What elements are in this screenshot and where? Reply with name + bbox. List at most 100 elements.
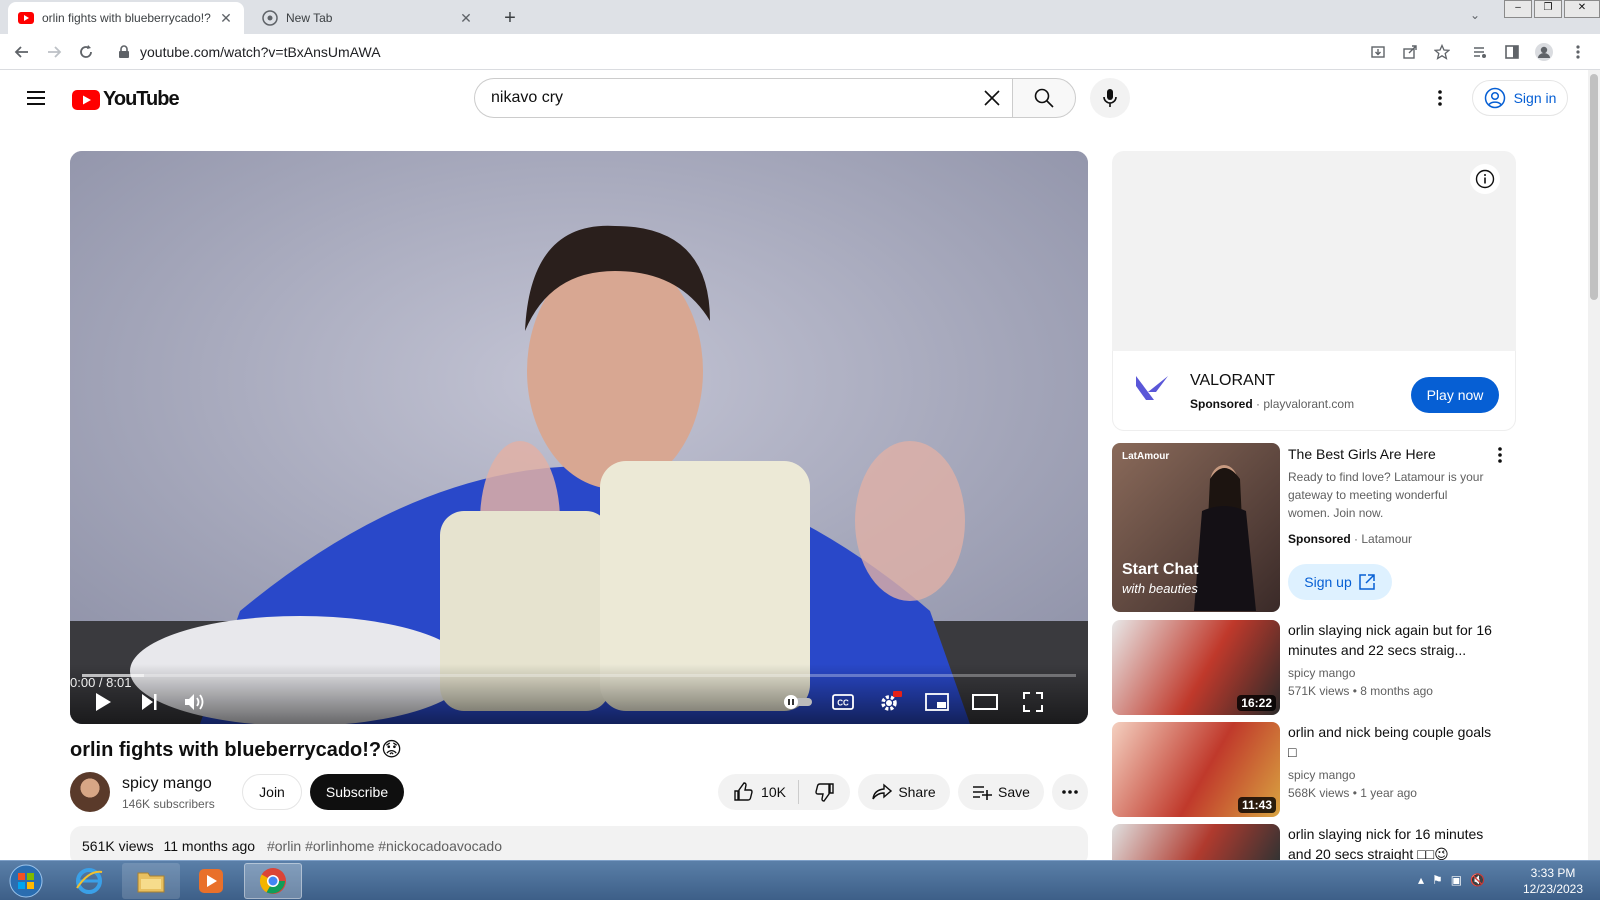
svg-text:CC: CC bbox=[837, 699, 849, 708]
ad-banner-image[interactable] bbox=[1112, 151, 1516, 351]
clock-time: 3:33 PM bbox=[1530, 866, 1576, 880]
subtitles-cc-icon[interactable]: CC bbox=[828, 684, 858, 720]
video-player[interactable]: 0:00 / 8:01 CC bbox=[70, 151, 1088, 724]
fullscreen-icon[interactable] bbox=[1018, 684, 1048, 720]
channel-name[interactable]: spicy mango bbox=[122, 775, 212, 793]
sponsored-title[interactable]: The Best Girls Are Here bbox=[1288, 444, 1498, 464]
play-now-button[interactable]: Play now bbox=[1411, 377, 1499, 413]
recommendation-thumbnail[interactable] bbox=[1112, 824, 1280, 860]
share-page-icon[interactable] bbox=[1398, 40, 1422, 64]
internet-explorer-icon[interactable] bbox=[60, 863, 118, 899]
search-input[interactable]: nikavo cry bbox=[474, 78, 1012, 118]
scrollbar-thumb[interactable] bbox=[1590, 74, 1598, 300]
voice-search-button[interactable] bbox=[1090, 78, 1130, 118]
reload-icon[interactable] bbox=[74, 40, 98, 64]
sponsored-thumbnail[interactable]: LatAmour Start Chat with beauties bbox=[1112, 443, 1280, 612]
like-button[interactable]: 10K bbox=[733, 780, 799, 804]
sign-up-button[interactable]: Sign up bbox=[1288, 564, 1392, 600]
lock-icon bbox=[119, 45, 129, 58]
close-tab-icon[interactable]: ✕ bbox=[218, 10, 234, 26]
install-app-icon[interactable] bbox=[1366, 40, 1390, 64]
sign-in-button[interactable]: Sign in bbox=[1472, 80, 1568, 116]
miniplayer-icon[interactable] bbox=[922, 684, 952, 720]
forward-arrow-icon[interactable] bbox=[42, 40, 66, 64]
subscribe-label: Subscribe bbox=[325, 784, 389, 800]
browser-tab-strip: orlin fights with blueberrycado!? ✕ New … bbox=[0, 0, 1600, 34]
sponsored-meta: Sponsored · Latamour bbox=[1288, 532, 1413, 546]
close-tab-icon[interactable]: ✕ bbox=[458, 10, 474, 26]
external-link-icon bbox=[1358, 574, 1375, 590]
sponsored-tag: Sponsored bbox=[1288, 532, 1351, 546]
network-icon[interactable]: ▣ bbox=[1451, 873, 1462, 887]
recommendation-thumbnail[interactable]: 11:43 bbox=[1112, 722, 1280, 817]
hashtags[interactable]: #orlin #orlinhome #nickocadoavocado bbox=[267, 838, 502, 854]
share-button[interactable]: Share bbox=[858, 774, 950, 810]
close-window-icon[interactable]: ✕ bbox=[1564, 0, 1600, 18]
browser-toolbar: youtube.com/watch?v=tBxAnsUmAWA bbox=[0, 34, 1600, 70]
recommendation-channel[interactable]: spicy mango bbox=[1288, 766, 1355, 784]
media-queue-icon[interactable] bbox=[1468, 40, 1492, 64]
more-actions-button[interactable] bbox=[1052, 774, 1088, 810]
tab-new-tab[interactable]: New Tab ✕ bbox=[252, 2, 484, 34]
join-button[interactable]: Join bbox=[242, 774, 302, 810]
ad-title[interactable]: VALORANT bbox=[1190, 372, 1275, 390]
theater-mode-icon[interactable] bbox=[970, 684, 1000, 720]
speaker-muted-icon[interactable]: 🔇 bbox=[1470, 873, 1485, 887]
sign-in-label: Sign in bbox=[1513, 90, 1557, 106]
search-query: nikavo cry bbox=[491, 89, 564, 106]
recommendation-age: 1 year ago bbox=[1360, 786, 1417, 800]
profile-avatar-icon[interactable] bbox=[1532, 40, 1556, 64]
recommendation-channel[interactable]: spicy mango bbox=[1288, 664, 1355, 682]
tab-search-chevron-icon[interactable]: ⌄ bbox=[1470, 8, 1480, 22]
media-player-icon[interactable] bbox=[182, 863, 240, 899]
action-center-flag-icon[interactable]: ⚑ bbox=[1432, 873, 1443, 887]
ad-meta: Sponsored · playvalorant.com bbox=[1190, 397, 1355, 411]
video-duration: 11:43 bbox=[1237, 797, 1276, 813]
account-circle-icon bbox=[1484, 87, 1505, 109]
minimize-window-icon[interactable]: – bbox=[1504, 0, 1532, 18]
restore-window-icon[interactable]: ❐ bbox=[1534, 0, 1562, 18]
chrome-taskbar-icon[interactable] bbox=[244, 863, 302, 899]
subscriber-count: 146K subscribers bbox=[122, 797, 215, 811]
browser-menu-icon[interactable] bbox=[1566, 40, 1590, 64]
settings-gear-icon[interactable] bbox=[874, 684, 906, 720]
tab-title: New Tab bbox=[286, 11, 333, 25]
subscribe-button[interactable]: Subscribe bbox=[310, 774, 404, 810]
address-bar[interactable]: youtube.com/watch?v=tBxAnsUmAWA bbox=[112, 38, 1342, 66]
side-panel-icon[interactable] bbox=[1500, 40, 1524, 64]
hamburger-menu-icon[interactable] bbox=[24, 86, 48, 110]
recommendation-thumbnail[interactable]: 16:22 bbox=[1112, 620, 1280, 715]
file-explorer-icon[interactable] bbox=[122, 863, 180, 899]
taskbar-clock[interactable]: 3:33 PM 12/23/2023 bbox=[1518, 865, 1588, 897]
bookmark-star-icon[interactable] bbox=[1430, 40, 1454, 64]
window-controls: – ❐ ✕ bbox=[1504, 0, 1600, 18]
card-kebab-icon[interactable] bbox=[1492, 446, 1508, 466]
sign-up-label: Sign up bbox=[1304, 574, 1352, 590]
settings-kebab-icon[interactable] bbox=[1428, 86, 1452, 110]
autoplay-toggle[interactable] bbox=[782, 684, 814, 720]
play-icon[interactable] bbox=[88, 684, 118, 720]
save-button[interactable]: Save bbox=[958, 774, 1044, 810]
start-button[interactable] bbox=[4, 862, 48, 900]
ad-info-icon[interactable] bbox=[1470, 164, 1500, 194]
chrome-favicon-icon bbox=[262, 10, 278, 26]
next-video-icon[interactable] bbox=[134, 684, 164, 720]
page-scrollbar[interactable] bbox=[1588, 70, 1600, 860]
video-duration: 16:22 bbox=[1237, 695, 1276, 711]
save-label: Save bbox=[998, 784, 1030, 800]
recommendation-meta: 571K views • 8 months ago bbox=[1288, 684, 1433, 698]
tray-expand-icon[interactable]: ▴ bbox=[1418, 873, 1424, 887]
tab-active[interactable]: orlin fights with blueberrycado!? ✕ bbox=[8, 2, 244, 34]
search-button[interactable] bbox=[1012, 78, 1076, 118]
new-tab-plus-icon[interactable]: + bbox=[498, 6, 522, 30]
back-arrow-icon[interactable] bbox=[10, 40, 34, 64]
recommendation-title[interactable]: orlin slaying nick for 16 minutes and 20… bbox=[1288, 824, 1498, 864]
recommendation-title[interactable]: orlin slaying nick again but for 16 minu… bbox=[1288, 620, 1498, 660]
clear-search-icon[interactable] bbox=[978, 84, 1006, 112]
dislike-button[interactable] bbox=[805, 782, 835, 802]
recommendation-title[interactable]: orlin and nick being couple goals □ bbox=[1288, 722, 1498, 762]
channel-avatar[interactable] bbox=[70, 772, 110, 812]
progress-bar[interactable] bbox=[82, 674, 1076, 677]
volume-icon[interactable] bbox=[180, 684, 210, 720]
youtube-logo[interactable]: YouTube bbox=[72, 88, 180, 111]
